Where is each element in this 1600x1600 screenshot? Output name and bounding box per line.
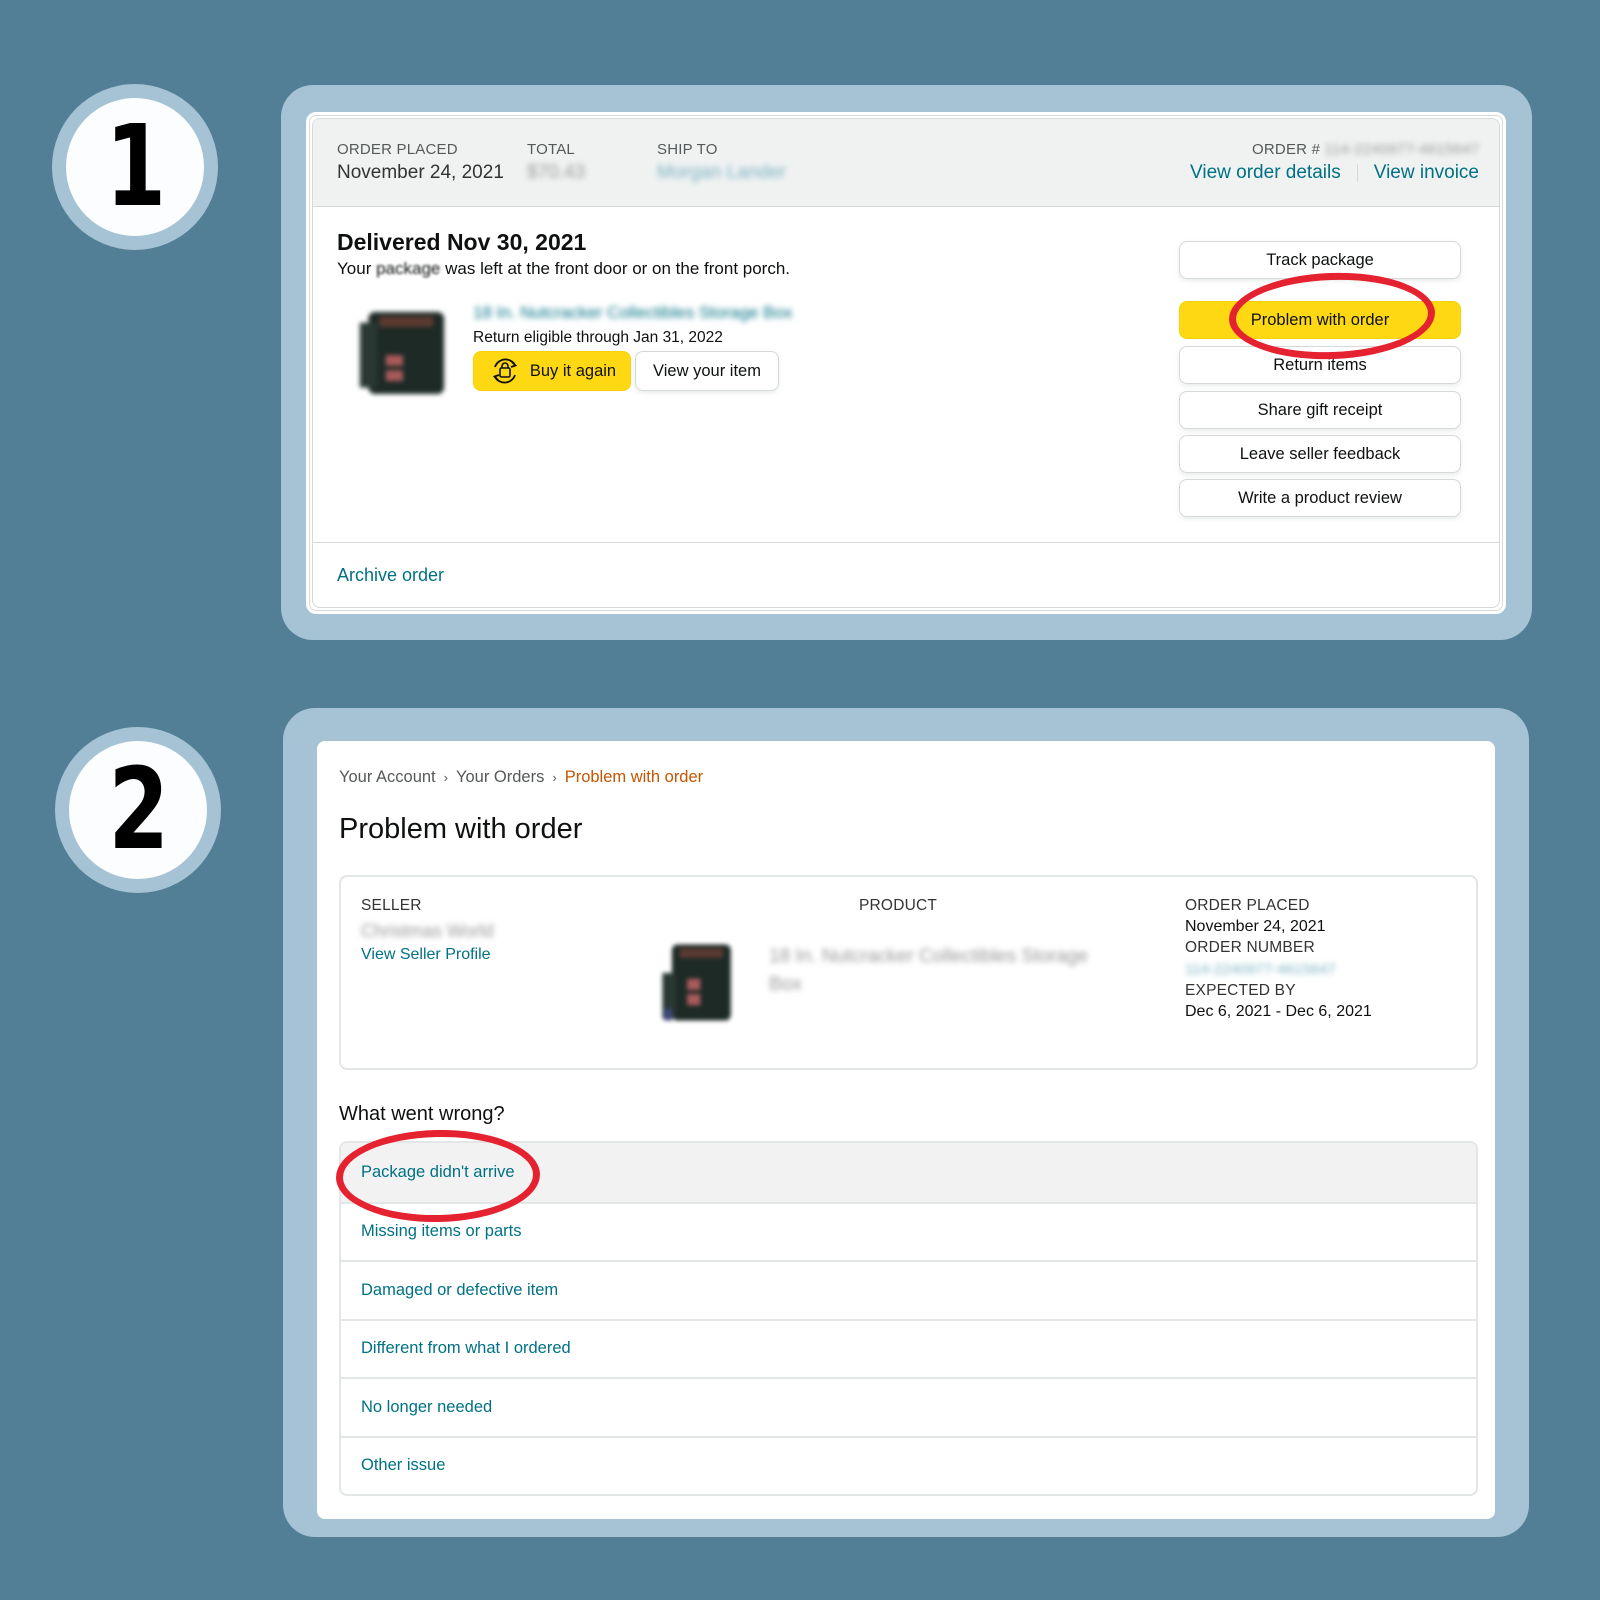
return-eligibility: Return eligible through Jan 31, 2022 xyxy=(473,329,723,346)
step-number: 2 xyxy=(108,745,169,875)
item-title-link[interactable]: 18 In. Nutcracker Collectibles Storage B… xyxy=(473,303,792,323)
step-number: 1 xyxy=(105,102,166,232)
product-image[interactable] xyxy=(349,299,457,407)
reason-package-didnt-arrive[interactable]: Package didn't arrive xyxy=(341,1143,1476,1202)
order-summary-box: SELLER Christmas World View Seller Profi… xyxy=(339,875,1478,1070)
product-name: 18 In. Nutcracker Collectibles Storage B… xyxy=(769,946,1088,995)
order-number-link[interactable]: 114-2240977-4615647 xyxy=(1185,961,1372,978)
seller-info: SELLER Christmas World View Seller Profi… xyxy=(361,897,494,964)
order-placed-date: November 24, 2021 xyxy=(337,162,504,183)
order-body: Delivered Nov 30, 2021 Your package was … xyxy=(313,207,1499,543)
order-number: 114-2240977-4615647 xyxy=(1324,141,1479,158)
order-total-value: $70.43 xyxy=(527,162,586,183)
expected-delivery: Dec 6, 2021 - Dec 6, 2021 xyxy=(1185,1003,1372,1020)
buy-it-again-button[interactable]: Buy it again xyxy=(473,351,631,391)
track-package-button[interactable]: Track package xyxy=(1179,241,1461,279)
step-1-panel: ORDER PLACED November 24, 2021 TOTAL $70… xyxy=(281,85,1532,640)
seller-name: Christmas World xyxy=(361,921,494,941)
problem-reasons-list: Package didn't arrive Missing items or p… xyxy=(339,1141,1478,1496)
problem-page: Your Account › Your Orders › Problem wit… xyxy=(317,741,1495,1519)
view-your-item-button[interactable]: View your item xyxy=(635,351,779,391)
order-total: TOTAL $70.43 xyxy=(527,141,586,183)
delivery-note: Your package was left at the front door … xyxy=(337,259,791,278)
breadcrumb: Your Account › Your Orders › Problem wit… xyxy=(339,768,703,787)
product-image xyxy=(651,935,746,1030)
reason-different-item[interactable]: Different from what I ordered xyxy=(341,1318,1476,1378)
reason-no-longer-needed[interactable]: No longer needed xyxy=(341,1377,1476,1436)
order-details: ORDER PLACED November 24, 2021 ORDER NUM… xyxy=(1185,897,1372,1020)
leave-seller-feedback-button[interactable]: Leave seller feedback xyxy=(1179,435,1461,473)
problem-with-order-button[interactable]: Problem with order xyxy=(1179,301,1461,339)
view-order-details-link[interactable]: View order details xyxy=(1190,162,1341,183)
step-2-badge: 2 xyxy=(55,727,221,893)
step-2-panel: Your Account › Your Orders › Problem wit… xyxy=(283,708,1529,1537)
reason-missing-items[interactable]: Missing items or parts xyxy=(341,1201,1476,1261)
share-gift-receipt-button[interactable]: Share gift receipt xyxy=(1179,391,1461,429)
ship-to: SHIP TO Morgan Lander xyxy=(657,141,786,184)
order-header: ORDER PLACED November 24, 2021 TOTAL $70… xyxy=(313,119,1499,207)
view-seller-profile-link[interactable]: View Seller Profile xyxy=(361,946,494,964)
return-items-button[interactable]: Return items xyxy=(1179,346,1461,384)
reason-damaged-defective[interactable]: Damaged or defective item xyxy=(341,1260,1476,1319)
chevron-right-icon: › xyxy=(443,770,448,785)
what-went-wrong-heading: What went wrong? xyxy=(339,1103,505,1125)
archive-order-link[interactable]: Archive order xyxy=(337,565,444,586)
reason-other-issue[interactable]: Other issue xyxy=(341,1435,1476,1495)
step-1-badge: 1 xyxy=(52,84,218,250)
page-title: Problem with order xyxy=(339,813,583,845)
delivery-status: Delivered Nov 30, 2021 xyxy=(337,229,587,255)
breadcrumb-current: Problem with order xyxy=(564,768,704,786)
order-card: ORDER PLACED November 24, 2021 TOTAL $70… xyxy=(306,112,1506,614)
order-number-block: ORDER # 114-2240977-4615647 View order d… xyxy=(1190,141,1479,183)
ship-to-dropdown[interactable]: Morgan Lander xyxy=(657,162,786,184)
write-product-review-button[interactable]: Write a product review xyxy=(1179,479,1461,517)
order-placed: ORDER PLACED November 24, 2021 xyxy=(337,141,504,183)
breadcrumb-your-orders[interactable]: Your Orders xyxy=(456,768,544,787)
breadcrumb-your-account[interactable]: Your Account xyxy=(339,768,436,787)
view-invoice-link[interactable]: View invoice xyxy=(1374,162,1479,183)
divider xyxy=(1356,163,1358,182)
chevron-right-icon: › xyxy=(552,770,557,785)
order-footer: Archive order xyxy=(313,543,1499,607)
order-placed-date: November 24, 2021 xyxy=(1185,918,1326,935)
buy-again-icon xyxy=(492,358,518,384)
